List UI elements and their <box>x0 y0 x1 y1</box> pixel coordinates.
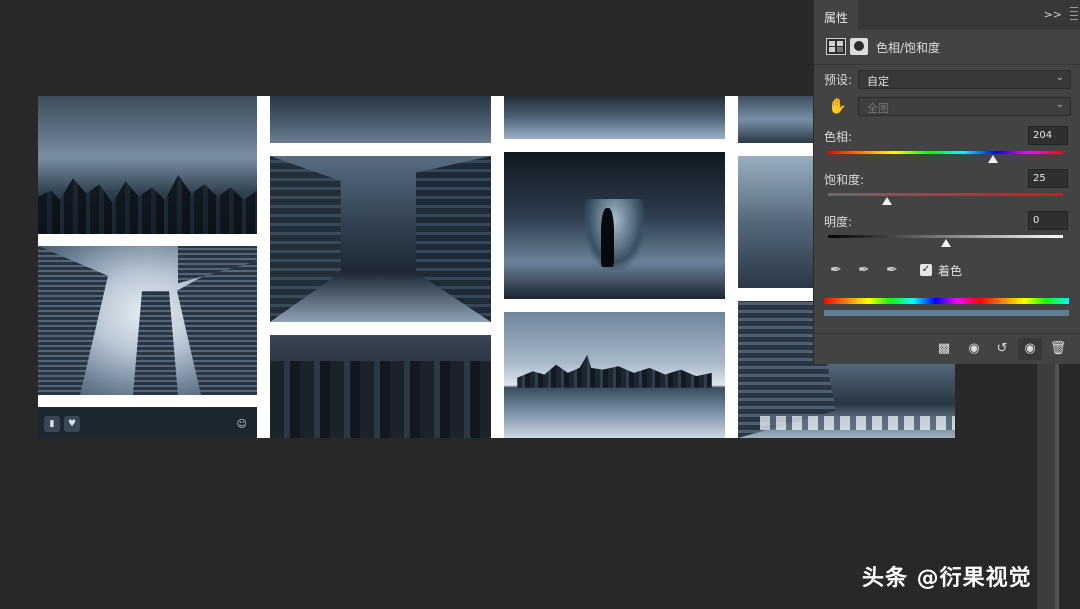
adjustment-title: 色相/饱和度 <box>876 41 941 55</box>
lightness-slider-track[interactable] <box>828 235 1063 238</box>
clip-to-layer-icon[interactable]: ▩ <box>932 338 956 360</box>
saturation-slider-track[interactable] <box>828 193 1063 196</box>
range-select[interactable]: 全图 ⌄ <box>858 97 1071 116</box>
lightness-input[interactable]: 0 <box>1028 211 1068 230</box>
eyedropper-icon[interactable]: ✒ <box>830 262 848 278</box>
photo-city-skyline-water <box>504 312 725 438</box>
bookmark-icon[interactable]: ▮ <box>44 416 60 432</box>
heart-icon[interactable]: ♥ <box>64 416 80 432</box>
panel-header: 属性 >> <box>814 0 1080 30</box>
saturation-input[interactable]: 25 <box>1028 169 1068 188</box>
lightness-label: 明度: <box>824 215 853 229</box>
photo-skyscrapers-looking-up <box>38 246 257 395</box>
reset-icon[interactable]: ↺ <box>990 338 1014 360</box>
preset-select[interactable]: 自定 ⌄ <box>858 70 1071 89</box>
photo-waterfront <box>504 96 725 139</box>
colorize-checkbox[interactable]: ✓ <box>920 264 932 276</box>
photo-dark-strip: ▮ ♥ ☺ <box>38 407 257 438</box>
photo-burning-city <box>270 335 491 438</box>
eyedropper-plus-icon[interactable]: ✒ <box>858 262 876 278</box>
document-scroll-edge <box>1055 360 1059 609</box>
preset-label: 预设: <box>824 73 853 87</box>
divider <box>814 64 1080 65</box>
photo-rainy-street <box>270 156 491 322</box>
panel-footer: ▩ ◉ ↺ ◉ 🗑 <box>814 333 1080 364</box>
saturation-slider-thumb[interactable] <box>881 197 892 205</box>
document-scroll-track[interactable] <box>1037 360 1055 609</box>
photo-night-alley <box>504 152 725 299</box>
preset-value: 自定 <box>867 75 889 88</box>
hue-saturation-adjustment-icon[interactable] <box>826 38 846 55</box>
tab-properties[interactable]: 属性 <box>814 0 858 30</box>
saturation-label: 饱和度: <box>824 173 865 187</box>
delete-trash-icon[interactable]: 🗑 <box>1046 338 1070 360</box>
range-value: 全图 <box>867 102 889 115</box>
collapse-panel-icon[interactable]: >> <box>1044 8 1062 21</box>
photo-forest-water <box>270 96 491 143</box>
toggle-visibility-eye-icon[interactable]: ◉ <box>1018 338 1042 360</box>
input-color-spectrum <box>824 298 1069 304</box>
hue-slider-thumb[interactable] <box>987 155 998 163</box>
chevron-down-icon: ⌄ <box>1055 99 1064 110</box>
hue-slider-track[interactable] <box>828 151 1063 154</box>
layer-mask-icon[interactable] <box>850 38 868 55</box>
lightness-slider-thumb[interactable] <box>940 239 951 247</box>
panel-menu-icon[interactable] <box>1070 7 1078 20</box>
watermark-text: 头条 @衍果视觉 <box>862 566 1032 591</box>
user-icon: ☺ <box>236 419 247 430</box>
photo-foggy-skyline <box>38 96 257 234</box>
targeted-adjustment-hand-icon[interactable]: ✋ <box>828 97 847 115</box>
hue-label: 色相: <box>824 130 853 144</box>
colorize-label: 着色 <box>938 264 963 278</box>
view-previous-state-icon[interactable]: ◉ <box>962 338 986 360</box>
properties-panel: 属性 >> 色相/饱和度 预设: 自定 ⌄ ✋ 全图 ⌄ 色相: 204 饱和度… <box>813 0 1080 364</box>
output-color-spectrum <box>824 310 1069 316</box>
hue-input[interactable]: 204 <box>1028 126 1068 145</box>
eyedropper-minus-icon[interactable]: ✒ <box>886 262 904 278</box>
chevron-down-icon: ⌄ <box>1055 72 1064 83</box>
